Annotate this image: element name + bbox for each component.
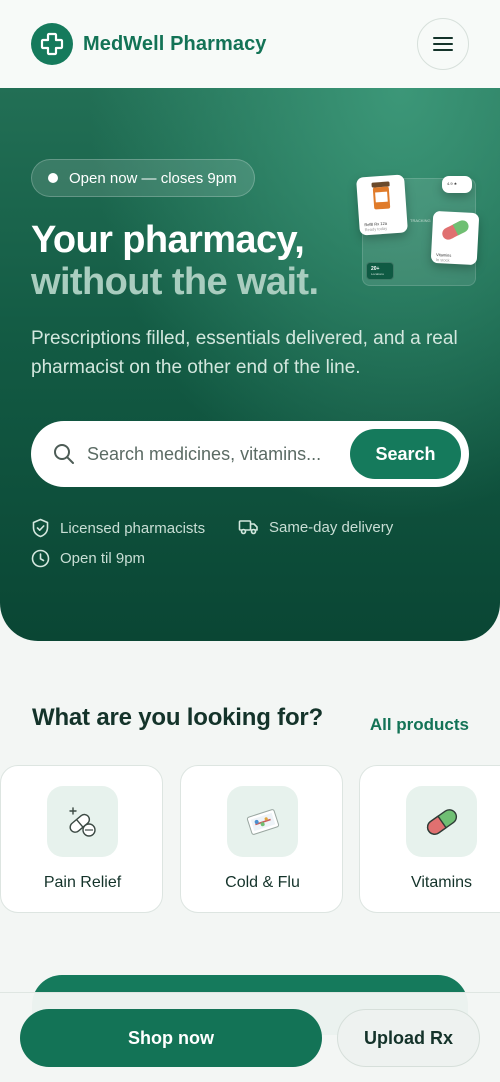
search-input[interactable] bbox=[87, 443, 327, 465]
hero-subtitle: Prescriptions filled, essentials deliver… bbox=[31, 328, 458, 378]
menu-button[interactable] bbox=[417, 18, 469, 70]
category-label: Vitamins bbox=[410, 874, 473, 891]
pill-bottle-icon bbox=[371, 181, 391, 210]
open-status-badge: Open now — closes 9pm bbox=[31, 159, 255, 197]
category-card-pain-relief[interactable]: Pain Relief bbox=[0, 765, 163, 913]
bottom-action-bar: Shop now Upload Rx bbox=[0, 992, 500, 1082]
category-label: Pain Relief bbox=[43, 874, 122, 891]
status-dot-icon bbox=[48, 173, 58, 183]
tracking-label: TRACKING bbox=[410, 218, 431, 223]
capsule-icon bbox=[406, 786, 477, 857]
hamburger-menu-icon bbox=[433, 37, 453, 51]
delivery-truck-icon bbox=[238, 520, 258, 535]
feature-licensed: Licensed pharmacists bbox=[31, 518, 205, 538]
clock-icon bbox=[31, 549, 50, 568]
hero-headline-accent: without the wait. bbox=[31, 261, 319, 303]
thermometer-icon bbox=[227, 786, 298, 857]
search-icon bbox=[54, 444, 74, 464]
capsule-card: Vitamins In stock bbox=[430, 210, 480, 266]
app-header: MedWell Pharmacy bbox=[0, 0, 500, 88]
shield-check-icon bbox=[32, 518, 49, 538]
feature-label: Same-day delivery bbox=[269, 518, 394, 536]
rating-chip: 4.9 ★ bbox=[442, 176, 472, 193]
feature-label: Licensed pharmacists bbox=[60, 519, 206, 537]
rx-bottle-card: Refill Rx 12a Ready today bbox=[356, 174, 408, 236]
upload-rx-button[interactable]: Upload Rx bbox=[337, 1009, 480, 1067]
search-bar: Search bbox=[31, 421, 469, 487]
search-button[interactable]: Search bbox=[350, 429, 461, 479]
feature-label: Open til 9pm bbox=[60, 550, 146, 567]
feature-hours: Open til 9pm bbox=[31, 549, 145, 568]
category-card-vitamins[interactable]: Vitamins bbox=[359, 765, 500, 913]
hero-section: Open now — closes 9pm Refill Rx 12a Read… bbox=[0, 88, 500, 641]
brand-name[interactable]: MedWell Pharmacy bbox=[83, 33, 267, 56]
categories-heading: What are you looking for? bbox=[32, 704, 324, 731]
capsule-art-icon bbox=[442, 220, 469, 240]
pills-icon bbox=[47, 786, 118, 857]
hero-headline: Your pharmacy, bbox=[31, 219, 305, 261]
all-products-link[interactable]: All products bbox=[370, 715, 469, 735]
locations-badge: 20+ Locations bbox=[366, 262, 394, 280]
feature-delivery: Same-day delivery bbox=[238, 518, 393, 536]
hero-illustration: Refill Rx 12a Ready today 4.9 ★ TRACKING… bbox=[356, 166, 482, 288]
category-card-cold-flu[interactable]: Cold & Flu bbox=[180, 765, 343, 913]
shop-now-button[interactable]: Shop now bbox=[20, 1009, 322, 1067]
status-text: Open now — closes 9pm bbox=[69, 169, 237, 187]
category-label: Cold & Flu bbox=[225, 874, 300, 891]
medical-cross-icon[interactable] bbox=[31, 23, 73, 65]
